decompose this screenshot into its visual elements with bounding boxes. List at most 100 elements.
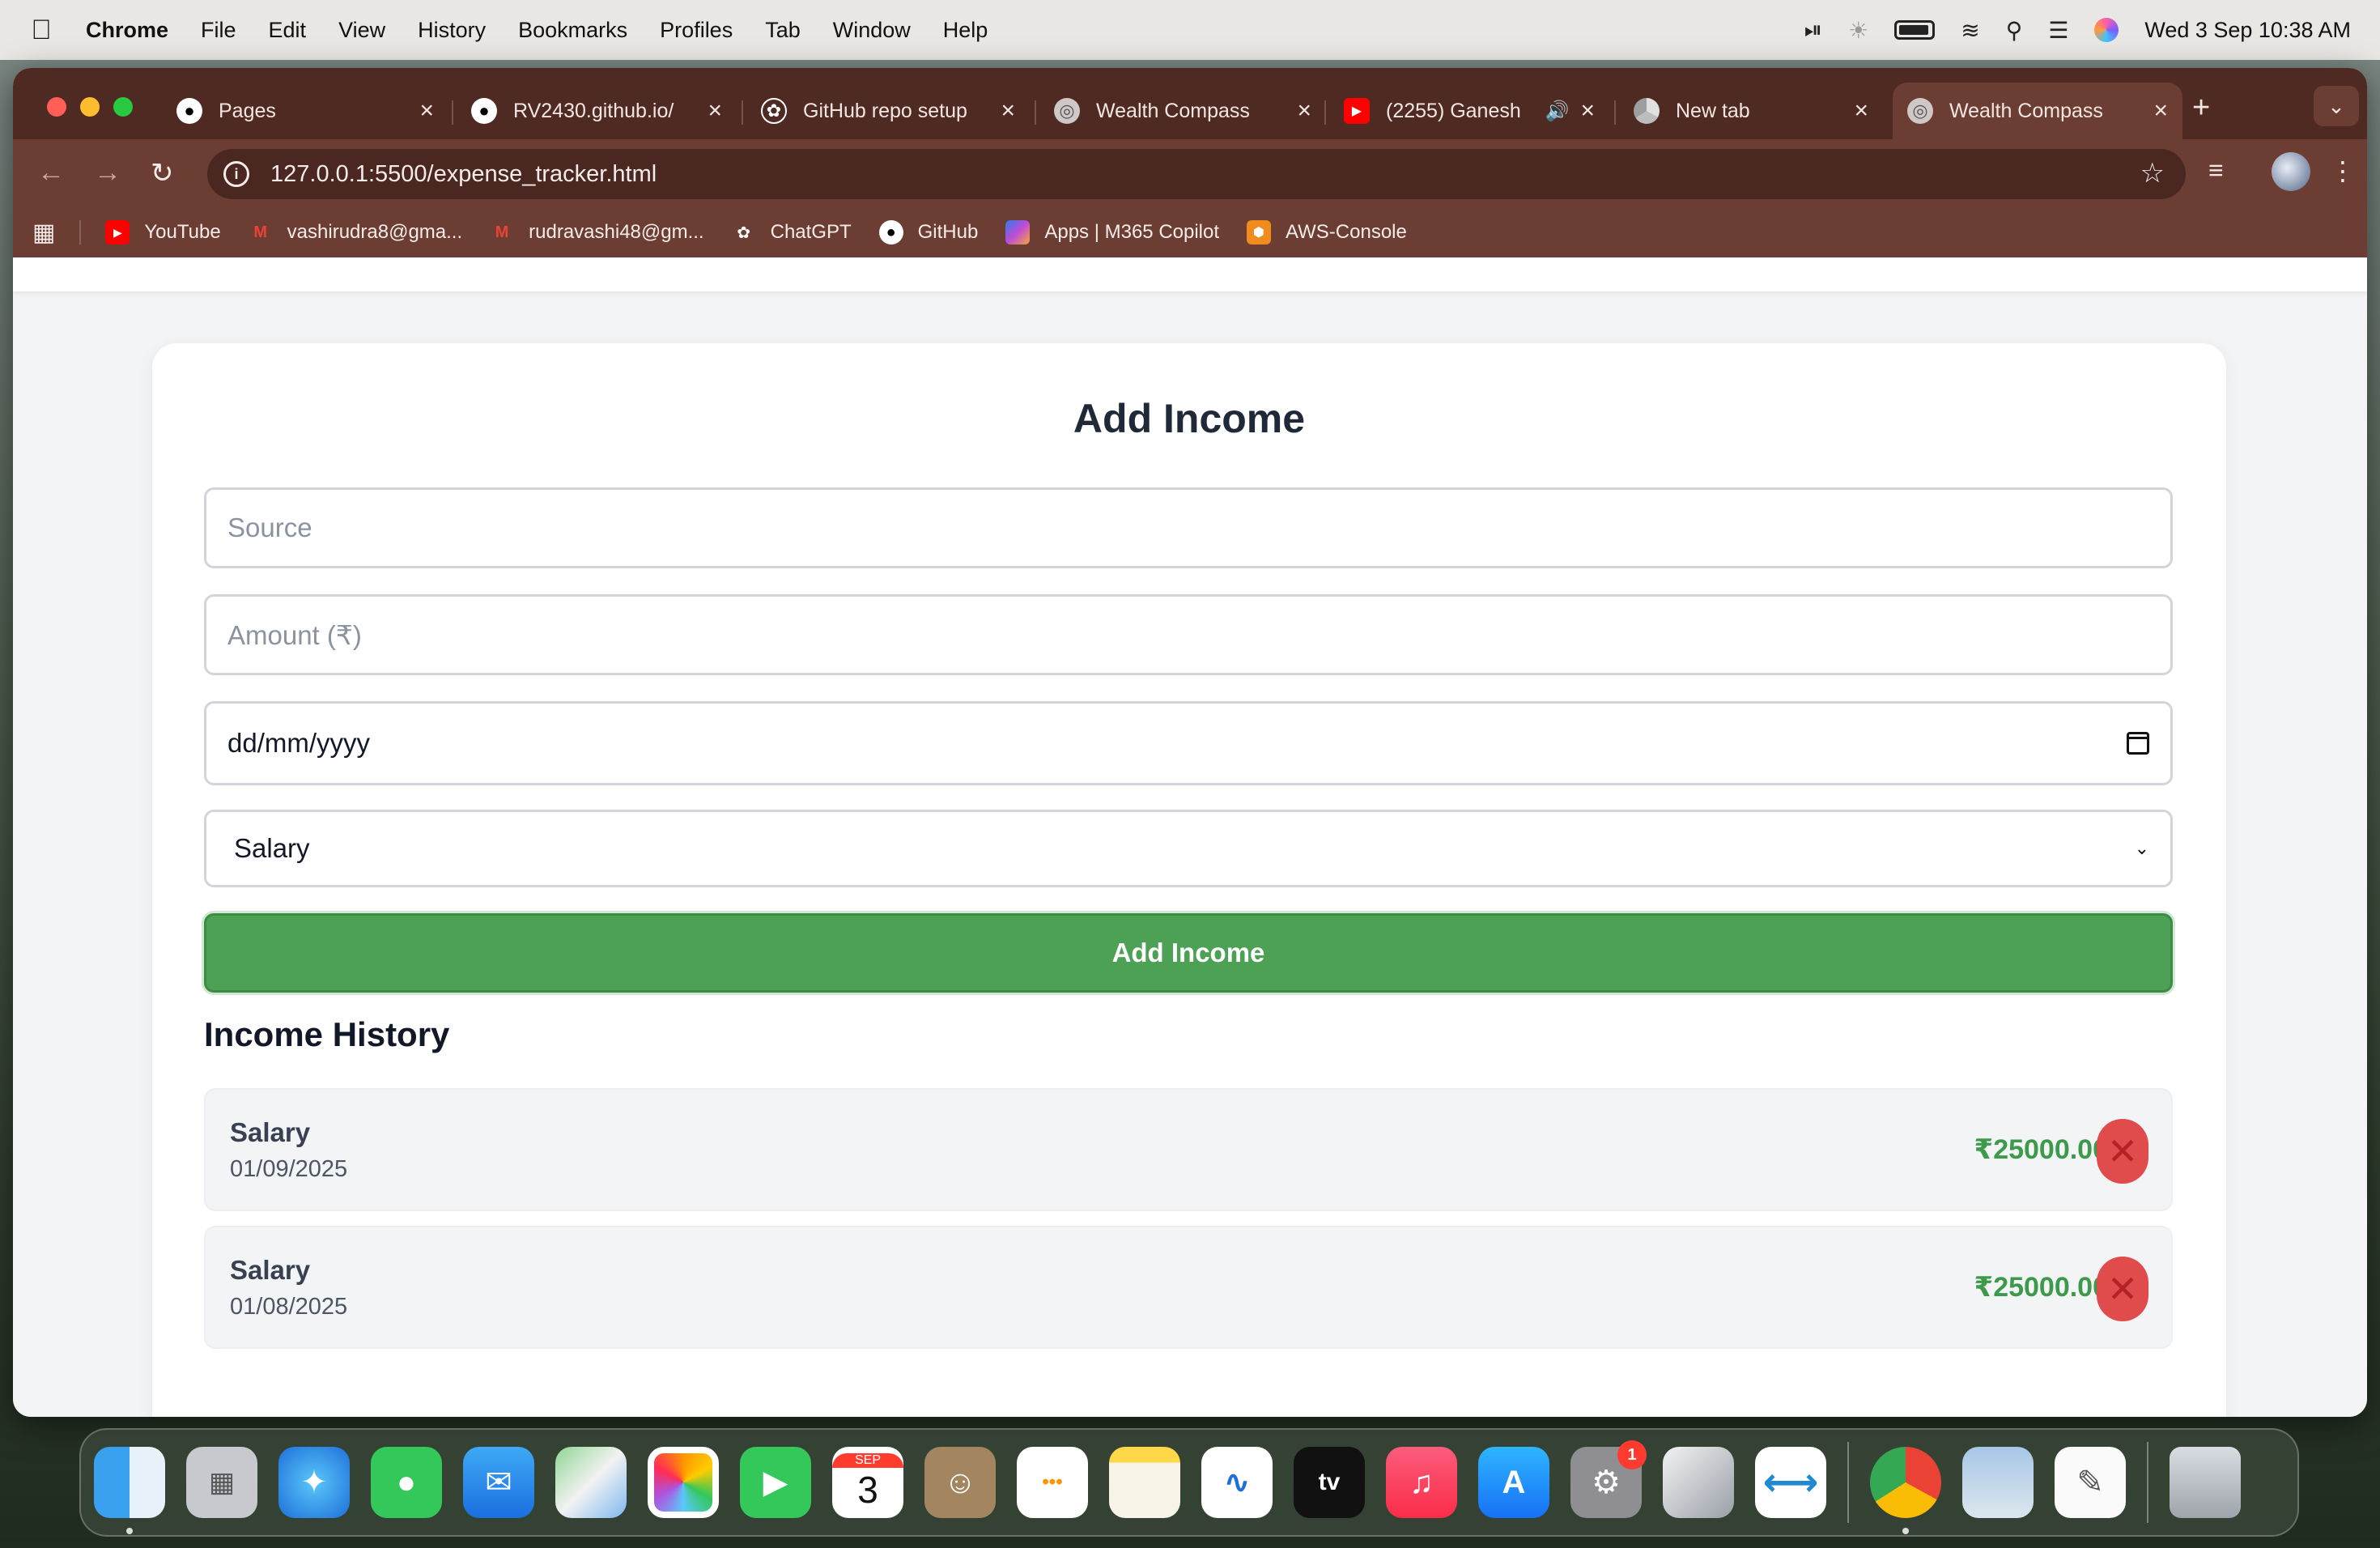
tab-new-tab[interactable]: New tab ×	[1619, 83, 1883, 139]
menu-help[interactable]: Help	[943, 18, 988, 43]
browser-window: ● Pages × ● RV2430.github.io/ × ✿ GitHub…	[13, 68, 2367, 1417]
reading-list-icon[interactable]: ≡	[2208, 155, 2224, 185]
zoom-window-button[interactable]	[113, 97, 133, 117]
close-icon[interactable]: ×	[1854, 97, 1868, 125]
close-icon[interactable]: ×	[708, 97, 722, 125]
mail-icon[interactable]: ✉	[463, 1447, 534, 1518]
calendar-icon[interactable]	[2127, 732, 2149, 755]
tab-rv2430-github[interactable]: ● RV2430.github.io/ ×	[457, 83, 737, 139]
bookmark-chatgpt[interactable]: ✿ ChatGPT	[732, 220, 851, 245]
menu-history[interactable]: History	[418, 18, 486, 43]
tab-label: New tab	[1676, 99, 1750, 122]
minimize-window-button[interactable]	[80, 97, 100, 117]
income-amount: ₹25000.00	[1974, 1134, 2108, 1165]
bookmark-youtube[interactable]: ▶ YouTube	[105, 220, 221, 245]
delete-button[interactable]: ✕	[2097, 1119, 2148, 1184]
globe-icon: ◎	[1907, 98, 1933, 124]
facetime-icon[interactable]: ▶	[740, 1447, 811, 1518]
system-settings-icon[interactable]: ⚙ 1	[1570, 1440, 1647, 1518]
category-selected-value: Salary	[234, 833, 310, 863]
close-icon[interactable]: ×	[1580, 97, 1595, 125]
photos-icon[interactable]	[648, 1447, 719, 1518]
new-tab-button[interactable]: +	[2192, 91, 2210, 125]
close-icon[interactable]: ×	[1001, 97, 1015, 125]
safari-icon[interactable]: ✦	[278, 1447, 350, 1518]
iphone-mirroring-icon[interactable]	[1663, 1447, 1734, 1518]
menu-app-name[interactable]: Chrome	[86, 18, 168, 43]
site-info-icon[interactable]: i	[223, 161, 249, 187]
apps-grid-icon[interactable]: ▦	[32, 219, 55, 247]
close-icon[interactable]: ×	[1297, 97, 1311, 125]
reminders-icon[interactable]: •••	[1017, 1447, 1088, 1518]
brightness-icon[interactable]: ☀	[1848, 17, 1868, 44]
profile-avatar[interactable]	[2272, 152, 2310, 191]
chevron-down-icon: ⌄	[2134, 838, 2149, 858]
app-store-icon[interactable]: A	[1478, 1447, 1549, 1518]
battery-icon[interactable]	[1894, 20, 1936, 40]
chrome-icon[interactable]	[1870, 1447, 1941, 1534]
preview-icon[interactable]	[1962, 1447, 2034, 1518]
date-placeholder: dd/mm/yyyy	[227, 728, 371, 758]
bookmark-star-icon[interactable]: ☆	[2140, 157, 2165, 189]
bookmark-m365-copilot[interactable]: Apps | M365 Copilot	[1005, 220, 1219, 245]
textedit-icon[interactable]: ✎	[2055, 1447, 2126, 1518]
menu-profiles[interactable]: Profiles	[660, 18, 733, 43]
source-input[interactable]: Source	[204, 487, 2173, 568]
address-bar[interactable]: i 127.0.0.1:5500/expense_tracker.html ☆	[207, 149, 2186, 199]
apple-icon[interactable]: 	[29, 15, 53, 46]
tab-wealth-compass-active[interactable]: ◎ Wealth Compass ×	[1893, 83, 2182, 139]
notes-icon[interactable]	[1109, 1447, 1180, 1518]
tab-youtube-ganesh[interactable]: ▶ (2255) Ganesh 🔊 ×	[1329, 83, 1609, 139]
back-button[interactable]: ←	[37, 157, 65, 189]
maps-icon[interactable]	[555, 1447, 627, 1518]
search-icon[interactable]: ⚲	[2006, 17, 2023, 44]
url-text[interactable]: 127.0.0.1:5500/expense_tracker.html	[270, 161, 657, 188]
close-icon[interactable]: ×	[2153, 97, 2168, 125]
close-window-button[interactable]	[47, 97, 66, 117]
wifi-icon[interactable]: ≋	[1961, 17, 1979, 44]
vscode-icon[interactable]: ⟷	[1755, 1447, 1826, 1518]
bookmark-github[interactable]: ● GitHub	[878, 220, 978, 245]
bookmark-aws-console[interactable]: ⬢ AWS-Console	[1247, 220, 1407, 245]
tab-label: RV2430.github.io/	[513, 99, 674, 122]
launchpad-icon[interactable]: ▦	[186, 1447, 257, 1518]
menu-bookmarks[interactable]: Bookmarks	[518, 18, 627, 43]
calendar-icon[interactable]: SEP 3	[832, 1447, 903, 1518]
menu-view[interactable]: View	[338, 18, 385, 43]
siri-icon[interactable]	[2094, 18, 2119, 42]
close-icon[interactable]: ×	[419, 97, 434, 125]
reload-button[interactable]: ↻	[151, 157, 174, 189]
tab-pages[interactable]: ● Pages ×	[162, 83, 448, 139]
menu-file[interactable]: File	[201, 18, 236, 43]
tv-icon[interactable]: tv	[1294, 1447, 1365, 1518]
menu-bar:  Chrome File Edit View History Bookmark…	[0, 0, 2380, 60]
play-icon[interactable]: ⏯	[1804, 17, 1822, 44]
control-center-icon[interactable]: ☰	[2048, 17, 2068, 44]
delete-button[interactable]: ✕	[2097, 1257, 2148, 1321]
trash-icon[interactable]	[2170, 1447, 2241, 1518]
forward-button[interactable]: →	[94, 157, 121, 189]
menu-tab[interactable]: Tab	[765, 18, 801, 43]
contacts-icon[interactable]: ☺	[924, 1447, 996, 1518]
category-select[interactable]: Salary ⌄	[204, 810, 2173, 887]
github-icon: ●	[176, 98, 202, 124]
finder-icon[interactable]	[94, 1447, 165, 1534]
tab-wealth-compass[interactable]: ◎ Wealth Compass ×	[1039, 83, 1326, 139]
add-income-button[interactable]: Add Income	[204, 913, 2173, 993]
bookmark-gmail-rudravashi48[interactable]: M rudravashi48@gm...	[490, 220, 704, 245]
clock[interactable]: Wed 3 Sep 10:38 AM	[2144, 18, 2351, 43]
menu-window[interactable]: Window	[833, 18, 911, 43]
tab-separator	[452, 100, 453, 125]
music-icon[interactable]: ♫	[1386, 1447, 1457, 1518]
bookmark-label: vashirudra8@gma...	[287, 221, 463, 243]
more-menu-icon[interactable]: ⋮	[2330, 155, 2356, 186]
tab-search-button[interactable]: ⌄	[2314, 86, 2359, 126]
amount-input[interactable]: Amount (₹)	[204, 594, 2173, 675]
freeform-icon[interactable]: ∿	[1201, 1447, 1273, 1518]
bookmark-gmail-vashirudra8[interactable]: M vashirudra8@gma...	[249, 220, 462, 245]
speaker-icon[interactable]: 🔊	[1545, 100, 1570, 123]
tab-github-repo-setup[interactable]: ✿ GitHub repo setup ×	[746, 83, 1030, 139]
menu-edit[interactable]: Edit	[269, 18, 307, 43]
messages-icon[interactable]: ●	[371, 1447, 442, 1518]
date-input[interactable]: dd/mm/yyyy	[204, 701, 2173, 785]
